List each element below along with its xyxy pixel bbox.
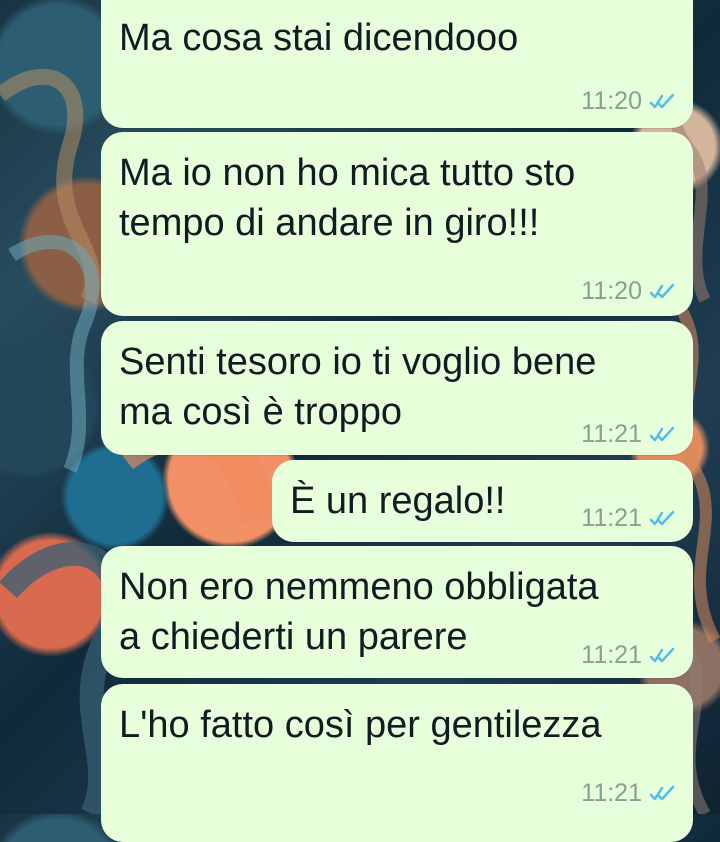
message-text: È un regalo!! (290, 480, 506, 522)
message-meta: 11:21 (581, 422, 675, 447)
message-text: Ma cosa stai dicendooo (119, 17, 519, 59)
double-check-icon (649, 785, 675, 800)
message-time: 11:21 (581, 641, 642, 669)
wallpaper-swirl-3 (0, 541, 129, 814)
double-check-icon (649, 510, 675, 525)
double-check-icon (649, 283, 675, 298)
message-bubble-1[interactable]: Ma cosa stai dicendooo 11:20 (101, 0, 693, 128)
message-text: Non ero nemmeno obbligata a chiederti un… (119, 566, 599, 658)
message-bubble-3[interactable]: Senti tesoro io ti voglio bene ma così è… (101, 321, 693, 455)
message-text: Senti tesoro io ti voglio bene ma così è… (119, 341, 597, 433)
double-check-icon (649, 426, 675, 441)
message-bubble-6[interactable]: L'ho fatto così per gentilezza 11:21 (101, 684, 693, 842)
message-time: 11:20 (581, 277, 642, 305)
message-meta: 11:21 (581, 781, 675, 806)
message-meta: 11:21 (581, 506, 675, 531)
message-time: 11:20 (581, 87, 642, 115)
message-meta: 11:21 (581, 643, 675, 668)
wallpaper-swirl-2 (8, 235, 100, 473)
double-check-icon (649, 93, 675, 108)
message-bubble-5[interactable]: Non ero nemmeno obbligata a chiederti un… (101, 546, 693, 678)
message-meta: 11:20 (581, 279, 675, 304)
message-time: 11:21 (581, 779, 642, 807)
message-bubble-2[interactable]: Ma io non ho mica tutto sto tempo di and… (101, 132, 693, 316)
wallpaper-swirl-1 (0, 68, 101, 304)
message-time: 11:21 (581, 504, 642, 532)
double-check-icon (649, 647, 675, 662)
message-text: Ma io non ho mica tutto sto tempo di and… (119, 152, 576, 244)
message-time: 11:21 (581, 420, 642, 448)
message-text: L'ho fatto così per gentilezza (119, 704, 602, 746)
message-bubble-4[interactable]: È un regalo!! 11:21 (272, 460, 693, 542)
message-meta: 11:20 (581, 89, 675, 114)
